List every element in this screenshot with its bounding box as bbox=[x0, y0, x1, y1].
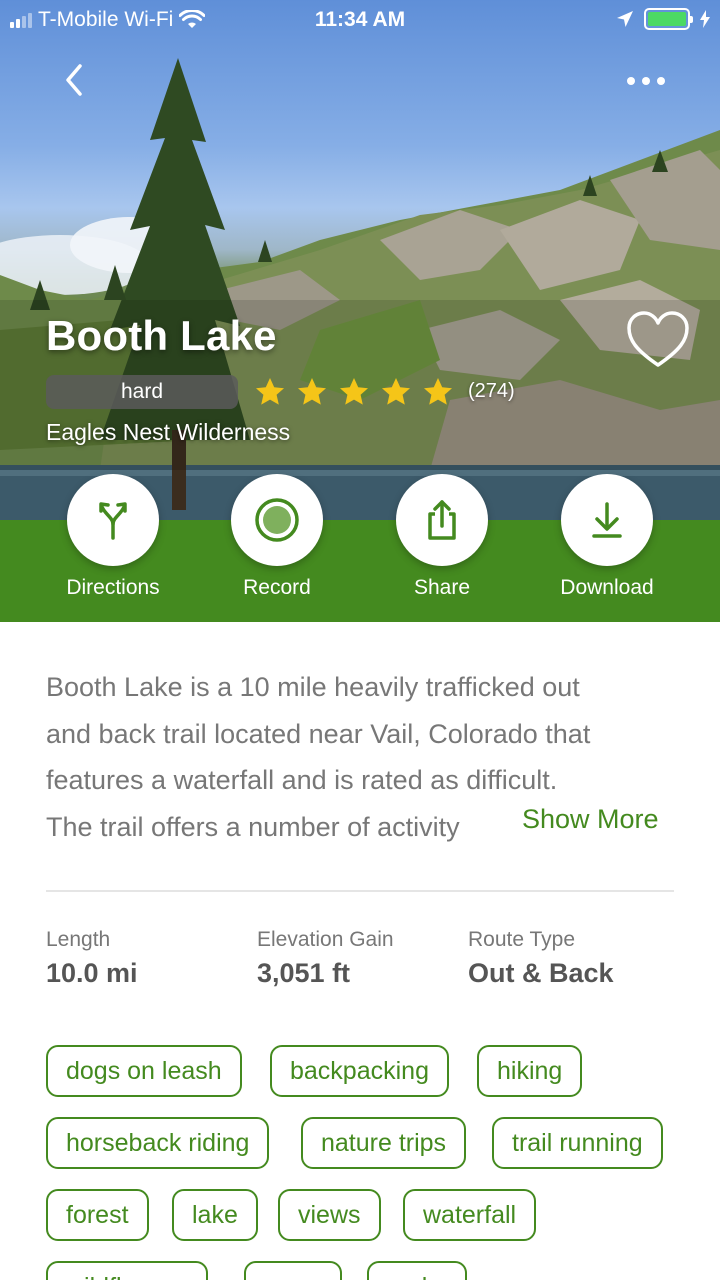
trail-title: Booth Lake bbox=[46, 312, 277, 359]
location-arrow-icon bbox=[617, 11, 633, 27]
tag-chip[interactable]: dogs on leash bbox=[46, 1045, 242, 1097]
stat-value: 3,051 ft bbox=[257, 958, 351, 988]
stat-label: Route Type bbox=[468, 928, 576, 951]
tag-chip[interactable]: hiking bbox=[477, 1045, 583, 1097]
share-label: Share bbox=[413, 576, 471, 599]
more-dot-icon bbox=[627, 77, 635, 85]
description-fade bbox=[460, 804, 518, 848]
star-icon bbox=[340, 378, 368, 405]
star-icon bbox=[424, 378, 452, 405]
description-line: features a waterfall and is rated as dif… bbox=[46, 765, 558, 795]
heart-icon bbox=[627, 311, 689, 367]
record-icon bbox=[255, 498, 299, 542]
directions-circle bbox=[67, 474, 159, 566]
charging-bolt-icon bbox=[700, 10, 710, 28]
record-label: Record bbox=[243, 576, 311, 599]
battery-icon bbox=[644, 8, 693, 30]
more-dot-icon bbox=[657, 77, 665, 85]
tag-chip[interactable]: snow bbox=[244, 1261, 343, 1280]
more-dot-icon bbox=[642, 77, 650, 85]
directions-button[interactable]: Directions bbox=[33, 474, 193, 600]
record-button[interactable]: Record bbox=[197, 474, 357, 600]
tag-chip[interactable]: views bbox=[278, 1189, 381, 1241]
star-icon bbox=[298, 378, 326, 405]
stat-route-type: Route Type Out & Back bbox=[468, 928, 614, 989]
tag-chip[interactable]: rocky bbox=[367, 1261, 467, 1280]
download-circle bbox=[561, 474, 653, 566]
stat-value: Out & Back bbox=[468, 958, 614, 988]
section-divider bbox=[46, 890, 674, 892]
share-circle bbox=[396, 474, 488, 566]
chevron-left-icon bbox=[66, 64, 82, 96]
directions-icon bbox=[99, 502, 127, 540]
back-button[interactable] bbox=[56, 60, 96, 100]
directions-label: Directions bbox=[66, 576, 160, 599]
download-button[interactable]: Download bbox=[527, 474, 687, 600]
tag-chip[interactable]: trail running bbox=[492, 1117, 663, 1169]
stat-value: 10.0 mi bbox=[46, 958, 138, 988]
stat-label: Elevation Gain bbox=[257, 928, 394, 951]
download-label: Download bbox=[560, 576, 654, 599]
tag-chip[interactable]: forest bbox=[46, 1189, 149, 1241]
description-line: and back trail located near Vail, Colora… bbox=[46, 718, 591, 749]
description-line: Booth Lake is a 10 mile heavily traffick… bbox=[46, 672, 580, 702]
status-time: 11:34 AM bbox=[314, 8, 406, 31]
hero-image: T-Mobile Wi-Fi 11:34 AM Booth Lake hard … bbox=[0, 0, 720, 520]
favorite-button[interactable] bbox=[626, 310, 690, 370]
stat-elevation-gain: Elevation Gain 3,051 ft bbox=[257, 928, 394, 989]
tag-chip[interactable]: nature trips bbox=[301, 1117, 467, 1169]
star-icon bbox=[256, 378, 284, 405]
difficulty-badge: hard bbox=[46, 375, 238, 409]
star-icon bbox=[382, 378, 410, 405]
more-options-button[interactable] bbox=[620, 66, 672, 96]
stat-length: Length 10.0 mi bbox=[46, 928, 138, 989]
record-circle bbox=[231, 474, 323, 566]
download-icon bbox=[592, 502, 622, 538]
area-name[interactable]: Eagles Nest Wilderness bbox=[46, 419, 290, 446]
share-icon bbox=[428, 500, 456, 540]
star-rating bbox=[254, 376, 454, 408]
review-count[interactable]: (274) bbox=[468, 380, 515, 403]
tag-chip[interactable]: backpacking bbox=[270, 1045, 449, 1097]
share-button[interactable]: Share bbox=[362, 474, 522, 600]
status-bar: T-Mobile Wi-Fi 11:34 AM bbox=[0, 0, 720, 40]
tag-chip[interactable]: lake bbox=[172, 1189, 258, 1241]
tag-chip[interactable]: wildflowers bbox=[46, 1261, 209, 1280]
stat-label: Length bbox=[46, 928, 111, 951]
status-right bbox=[616, 8, 710, 30]
tag-chip[interactable]: waterfall bbox=[403, 1189, 537, 1241]
tag-chip[interactable]: horseback riding bbox=[46, 1117, 270, 1169]
show-more-link[interactable]: Show More bbox=[520, 804, 659, 835]
